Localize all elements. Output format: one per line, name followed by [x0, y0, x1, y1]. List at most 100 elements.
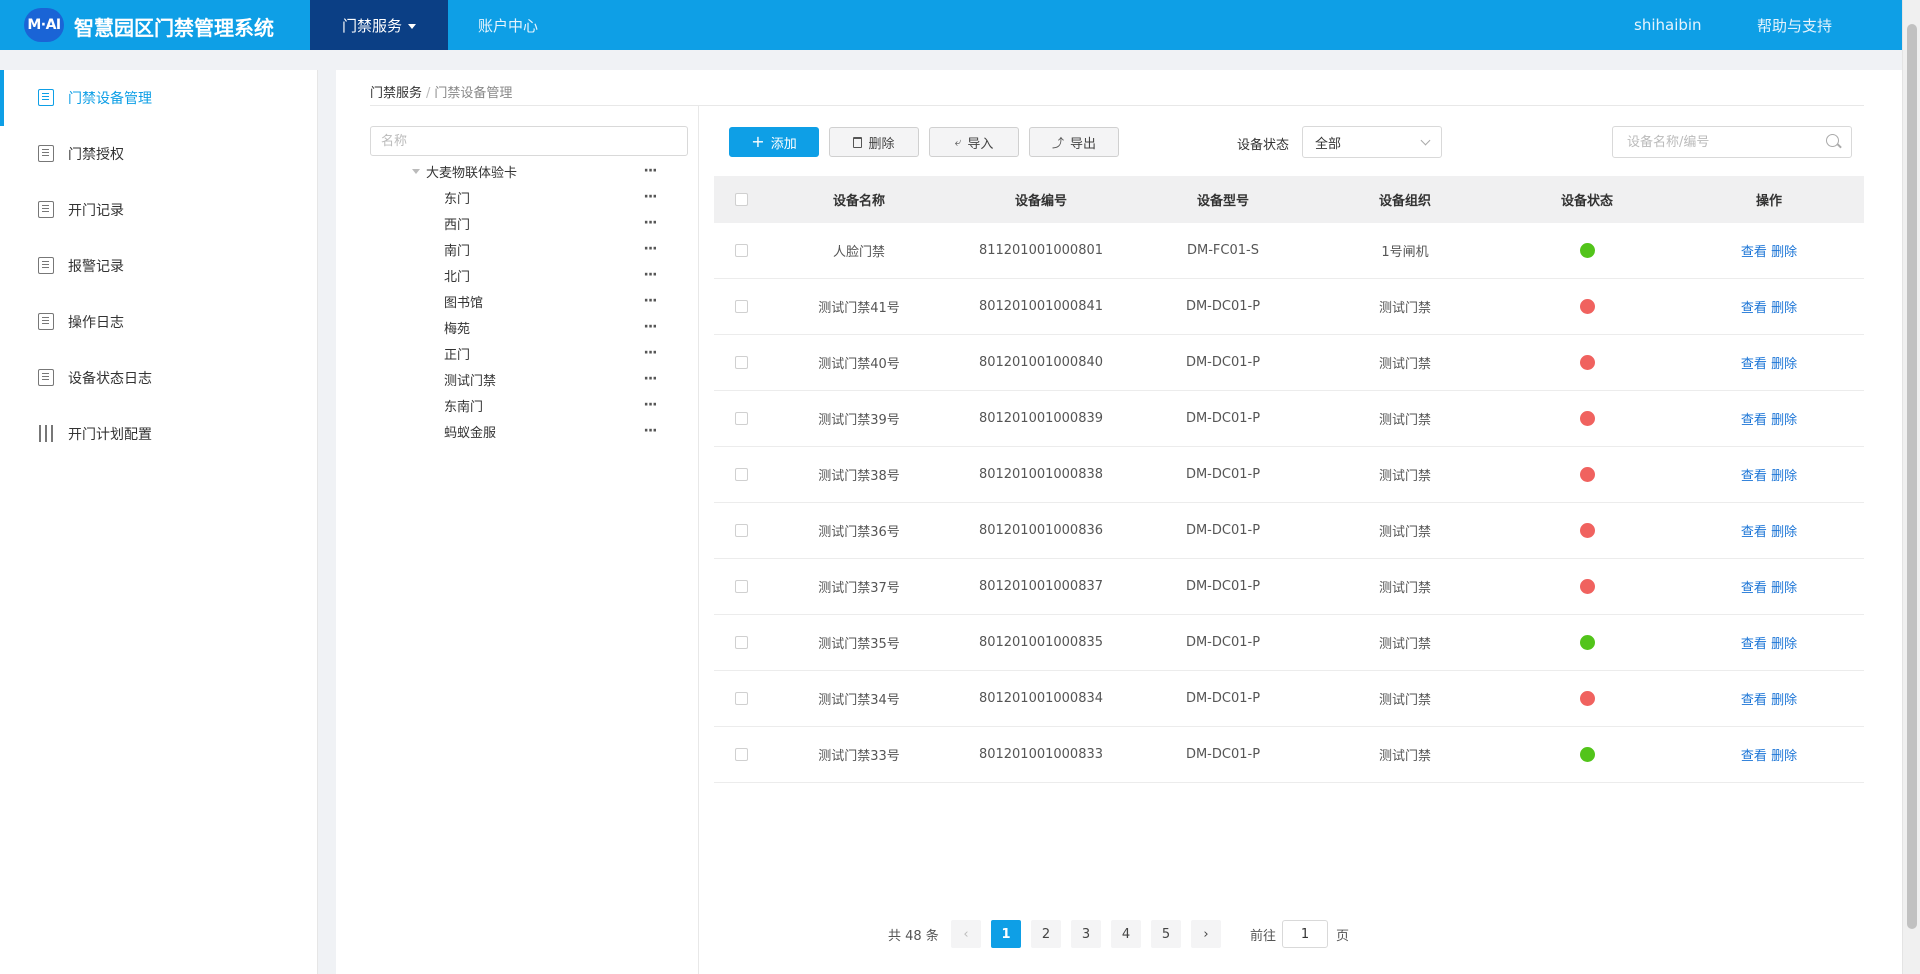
- more-icon[interactable]: ···: [638, 316, 662, 338]
- prev-page-button[interactable]: ‹: [951, 920, 981, 948]
- nav-help-support[interactable]: 帮助与支持: [1757, 0, 1832, 50]
- next-page-button[interactable]: ›: [1191, 920, 1221, 948]
- sidebar-item-open-records[interactable]: 开门记录: [0, 182, 318, 238]
- row-checkbox[interactable]: [714, 636, 768, 649]
- page-2-button[interactable]: 2: [1031, 920, 1061, 948]
- sidebar-item-authorization[interactable]: 门禁授权: [0, 126, 318, 182]
- goto-page-input[interactable]: [1282, 920, 1328, 948]
- more-icon[interactable]: ···: [638, 368, 662, 390]
- device-status: [1496, 579, 1678, 594]
- tree-node[interactable]: 北门 ···: [370, 264, 670, 286]
- more-icon[interactable]: ···: [638, 420, 662, 442]
- nav-door-service[interactable]: 门禁服务: [310, 0, 448, 50]
- view-link[interactable]: 查看: [1741, 245, 1767, 260]
- page-5-button[interactable]: 5: [1151, 920, 1181, 948]
- more-icon[interactable]: ···: [638, 186, 662, 208]
- export-button[interactable]: ⤴ 导出: [1029, 127, 1119, 157]
- delete-link[interactable]: 删除: [1771, 525, 1797, 540]
- page-4-button[interactable]: 4: [1111, 920, 1141, 948]
- tree-node[interactable]: 梅苑 ···: [370, 316, 670, 338]
- tree-node[interactable]: 东南门 ···: [370, 394, 670, 416]
- table-row: 测试门禁33号 801201001000833 DM-DC01-P 测试门禁 查看 删除: [714, 727, 1864, 783]
- sidebar-item-operation-log[interactable]: 操作日志: [0, 294, 318, 350]
- more-icon[interactable]: ···: [638, 342, 662, 364]
- add-button[interactable]: + 添加: [729, 127, 819, 157]
- more-icon[interactable]: ···: [638, 290, 662, 312]
- page-scrollbar[interactable]: [1902, 0, 1920, 974]
- delete-link[interactable]: 删除: [1771, 413, 1797, 428]
- view-link[interactable]: 查看: [1741, 581, 1767, 596]
- tree-search-input[interactable]: [370, 126, 688, 156]
- status-dot-icon: [1579, 299, 1595, 314]
- more-icon[interactable]: ···: [638, 264, 662, 286]
- table-row: 测试门禁37号 801201001000837 DM-DC01-P 测试门禁 查看 删除: [714, 559, 1864, 615]
- tree-node[interactable]: 正门 ···: [370, 342, 670, 364]
- import-button[interactable]: ⤶ 导入: [929, 127, 1019, 157]
- device-search-input[interactable]: [1612, 126, 1852, 158]
- row-checkbox[interactable]: [714, 580, 768, 593]
- device-status: [1496, 523, 1678, 538]
- tree-node[interactable]: 东门 ···: [370, 186, 670, 208]
- row-operations: 查看 删除: [1678, 745, 1860, 764]
- view-link[interactable]: 查看: [1741, 749, 1767, 764]
- row-checkbox[interactable]: [714, 244, 768, 257]
- expand-arrow-icon[interactable]: [412, 169, 420, 174]
- tree-node[interactable]: 图书馆 ···: [370, 290, 670, 312]
- row-checkbox[interactable]: [714, 692, 768, 705]
- goto-unit: 页: [1336, 928, 1350, 944]
- tree-node[interactable]: 西门 ···: [370, 212, 670, 234]
- scrollbar-thumb[interactable]: [1907, 24, 1917, 929]
- sidebar-item-alarm-records[interactable]: 报警记录: [0, 238, 318, 294]
- more-icon[interactable]: ···: [638, 160, 662, 182]
- delete-link[interactable]: 删除: [1771, 301, 1797, 316]
- select-all-checkbox[interactable]: [714, 193, 768, 206]
- tree-node-label: 梅苑: [444, 321, 471, 337]
- delete-link[interactable]: 删除: [1771, 245, 1797, 260]
- view-link[interactable]: 查看: [1741, 357, 1767, 372]
- view-link[interactable]: 查看: [1741, 525, 1767, 540]
- delete-button[interactable]: 删除: [829, 127, 919, 157]
- view-link[interactable]: 查看: [1741, 637, 1767, 652]
- device-model: DM-DC01-P: [1185, 355, 1261, 370]
- view-link[interactable]: 查看: [1741, 413, 1767, 428]
- row-checkbox[interactable]: [714, 412, 768, 425]
- table-header: 设备名称 设备编号 设备型号 设备组织 设备状态 操作: [714, 176, 1864, 223]
- search-icon[interactable]: [1826, 134, 1839, 147]
- row-checkbox[interactable]: [714, 468, 768, 481]
- delete-link[interactable]: 删除: [1771, 749, 1797, 764]
- more-icon[interactable]: ···: [638, 394, 662, 416]
- view-link[interactable]: 查看: [1741, 693, 1767, 708]
- sidebar-item-device-management[interactable]: 门禁设备管理: [0, 70, 318, 126]
- nav-account-center[interactable]: 账户中心: [478, 0, 538, 50]
- tree-node[interactable]: 测试门禁 ···: [370, 368, 670, 390]
- delete-link[interactable]: 删除: [1771, 469, 1797, 484]
- device-status: [1496, 411, 1678, 426]
- tree-node[interactable]: 南门 ···: [370, 238, 670, 260]
- delete-link[interactable]: 删除: [1771, 357, 1797, 372]
- delete-link[interactable]: 删除: [1771, 693, 1797, 708]
- row-checkbox[interactable]: [714, 748, 768, 761]
- device-code: 801201001000835: [978, 635, 1104, 650]
- row-checkbox[interactable]: [714, 300, 768, 313]
- page-3-button[interactable]: 3: [1071, 920, 1101, 948]
- device-name: 测试门禁38号: [818, 469, 900, 484]
- row-checkbox[interactable]: [714, 356, 768, 369]
- row-checkbox[interactable]: [714, 524, 768, 537]
- view-link[interactable]: 查看: [1741, 301, 1767, 316]
- top-bar: M·AI 智慧园区门禁管理系统 门禁服务 账户中心 shihaibin 帮助与支…: [0, 0, 1920, 50]
- tree-node[interactable]: 蚂蚁金服 ···: [370, 420, 670, 442]
- sidebar-item-open-plan[interactable]: 开门计划配置: [0, 406, 318, 462]
- user-name[interactable]: shihaibin: [1634, 0, 1702, 50]
- sidebar-item-label: 报警记录: [68, 259, 124, 275]
- tree-root-node[interactable]: 大麦物联体验卡 ···: [370, 160, 670, 182]
- more-icon[interactable]: ···: [638, 212, 662, 234]
- breadcrumb-door-service[interactable]: 门禁服务: [370, 86, 422, 101]
- view-link[interactable]: 查看: [1741, 469, 1767, 484]
- tree-node-label: 图书馆: [444, 295, 484, 311]
- status-filter-select[interactable]: 全部: [1302, 126, 1442, 158]
- delete-link[interactable]: 删除: [1771, 637, 1797, 652]
- page-1-button[interactable]: 1: [991, 920, 1021, 948]
- delete-link[interactable]: 删除: [1771, 581, 1797, 596]
- sidebar-item-status-log[interactable]: 设备状态日志: [0, 350, 318, 406]
- more-icon[interactable]: ···: [638, 238, 662, 260]
